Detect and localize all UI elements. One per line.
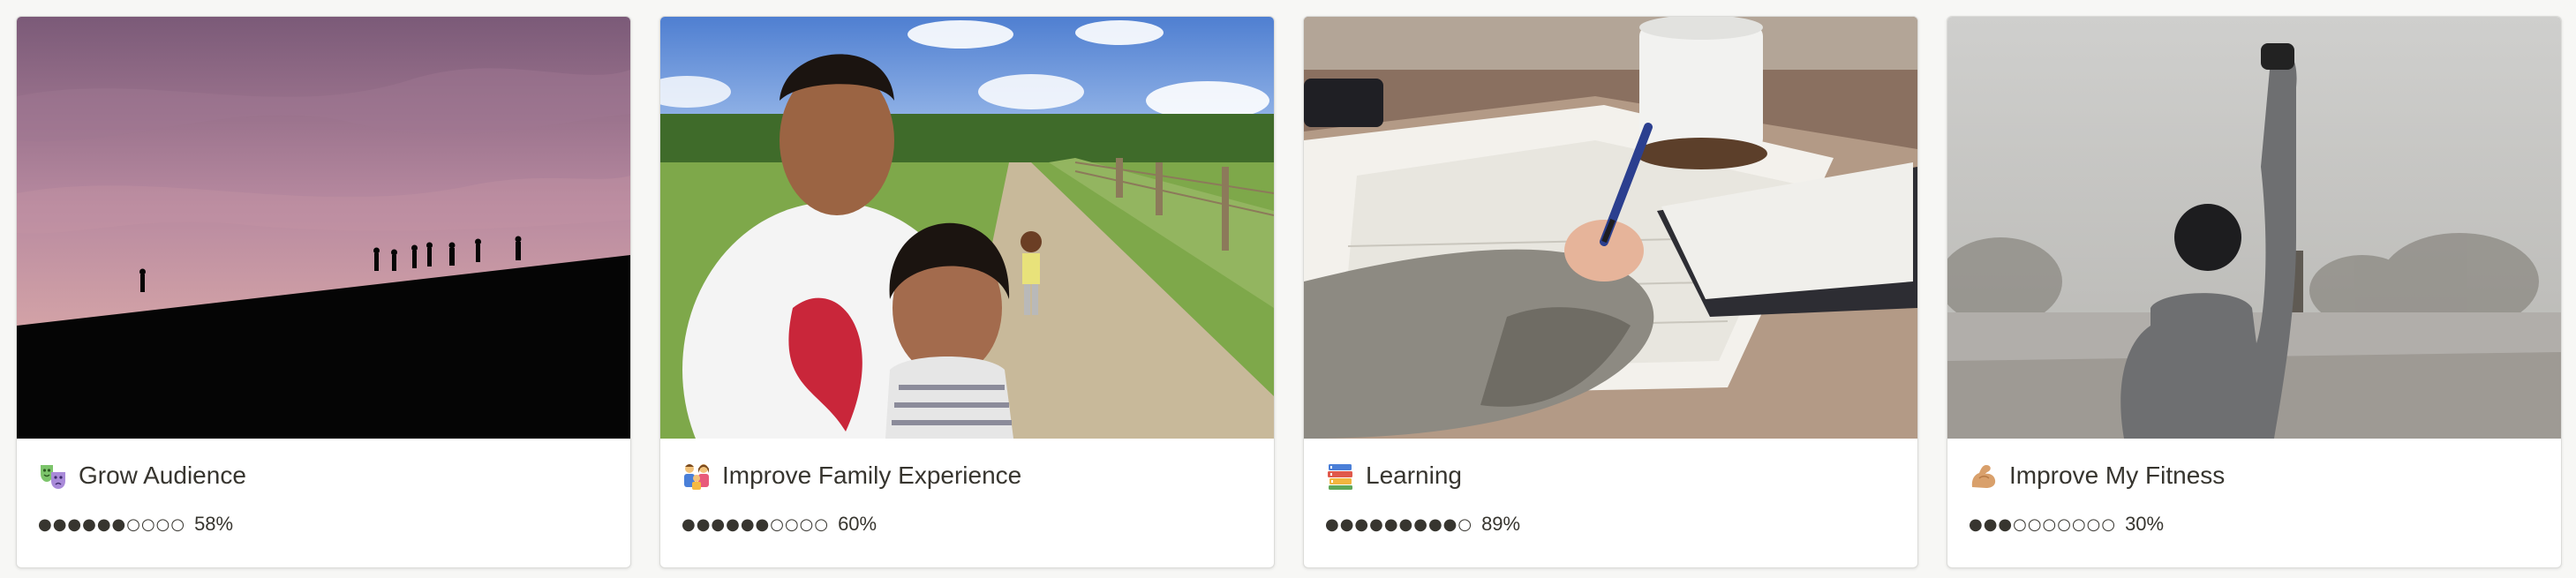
progress-indicator: ●●●●●●○○○○ 60%	[682, 509, 1253, 539]
progress-dots: ●●●●●●●●●○	[1325, 514, 1473, 534]
progress-dots: ●●●●●●○○○○	[38, 514, 186, 534]
progress-percent: 60%	[838, 513, 877, 535]
gallery-view: Grow Audience ●●●●●●○○○○ 58% Improve Fam…	[16, 16, 2562, 568]
gallery-card-improve-my-fitness[interactable]: Improve My Fitness ●●●○○○○○○○ 30%	[1947, 16, 2562, 568]
gallery-card-grow-audience[interactable]: Grow Audience ●●●●●●○○○○ 58%	[16, 16, 631, 568]
card-title: Improve Family Experience	[722, 462, 1022, 489]
progress-dots: ●●●●●●○○○○	[682, 514, 830, 534]
progress-dots: ●●●○○○○○○○	[1969, 514, 2117, 534]
family-icon	[682, 461, 712, 491]
card-title: Grow Audience	[79, 462, 246, 489]
progress-indicator: ●●●●●●●●●○ 89%	[1325, 509, 1896, 539]
card-cover-image	[17, 17, 630, 439]
theater-masks-icon	[38, 461, 68, 491]
card-cover-image	[1304, 17, 1917, 439]
books-icon	[1325, 461, 1355, 491]
progress-indicator: ●●●○○○○○○○ 30%	[1969, 509, 2540, 539]
progress-percent: 58%	[194, 513, 234, 535]
card-cover-image	[1947, 17, 2561, 439]
card-cover-image	[660, 17, 1274, 439]
progress-indicator: ●●●●●●○○○○ 58%	[38, 509, 609, 539]
gallery-card-improve-family-experience[interactable]: Improve Family Experience ●●●●●●○○○○ 60%	[659, 16, 1275, 568]
card-title: Learning	[1366, 462, 1462, 489]
progress-percent: 30%	[2125, 513, 2165, 535]
progress-percent: 89%	[1481, 513, 1521, 535]
flexed-biceps-icon	[1969, 461, 1999, 491]
gallery-card-learning[interactable]: Learning ●●●●●●●●●○ 89%	[1303, 16, 1918, 568]
card-title: Improve My Fitness	[2009, 462, 2226, 489]
